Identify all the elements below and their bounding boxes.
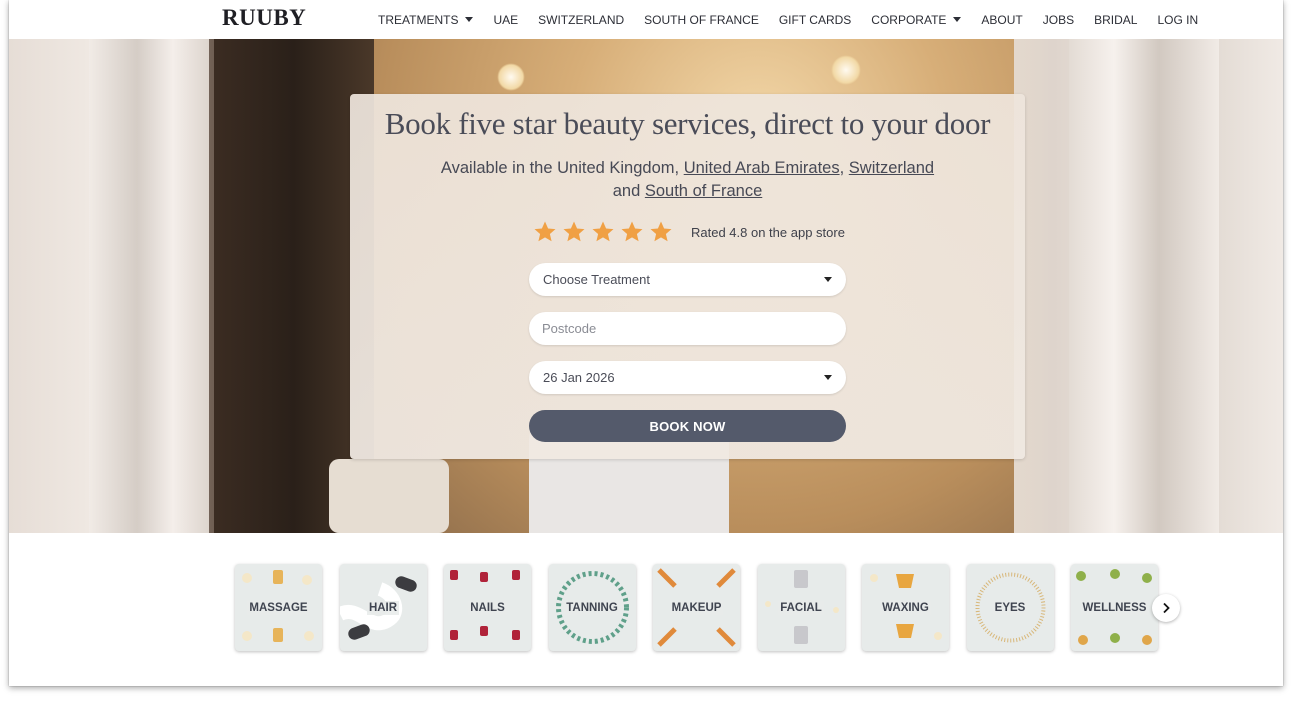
hero-background: [1219, 39, 1283, 533]
star-icon: [562, 220, 586, 244]
category-label: MAKEUP: [669, 600, 724, 615]
hero-section: Book five star beauty services, direct t…: [9, 39, 1283, 533]
caret-down-icon: [465, 17, 474, 22]
comma: ,: [839, 159, 845, 177]
nav-label: SWITZERLAND: [538, 12, 625, 27]
nav-item-uae[interactable]: UAE: [493, 13, 518, 27]
category-label: MASSAGE: [247, 600, 310, 615]
category-label: NAILS: [468, 600, 507, 615]
star-icon: [533, 220, 557, 244]
link-south-of-france[interactable]: South of France: [645, 182, 762, 200]
category-label: TANNING: [564, 600, 620, 615]
nav-item-log-in[interactable]: LOG IN: [1157, 13, 1198, 27]
category-label: EYES: [992, 600, 1028, 615]
postcode-placeholder: Postcode: [542, 321, 597, 336]
app-rating: Rated 4.8 on the app store: [533, 220, 845, 244]
nav-label: SOUTH OF FRANCE: [644, 12, 759, 27]
nav-item-switzerland[interactable]: SWITZERLAND: [538, 13, 624, 27]
and-text: and: [612, 182, 641, 200]
category-carousel: MASSAGE HAIR NAILS TANNING MAKEUP FACIAL…: [235, 564, 1176, 651]
category-tile-massage[interactable]: MASSAGE: [235, 564, 322, 651]
star-icon: [649, 220, 673, 244]
nav-label: GIFT CARDS: [778, 12, 852, 27]
booking-card: Book five star beauty services, direct t…: [350, 94, 1025, 459]
nav-label: LOG IN: [1157, 12, 1199, 27]
nav-item-jobs[interactable]: JOBS: [1043, 13, 1074, 27]
category-tile-hair[interactable]: HAIR: [339, 564, 427, 651]
nav-item-south-of-france[interactable]: SOUTH OF FRANCE: [644, 13, 759, 27]
nav-item-bridal[interactable]: BRIDAL: [1094, 13, 1137, 27]
hero-headline: Book five star beauty services, direct t…: [384, 106, 991, 141]
category-tile-eyes[interactable]: EYES: [966, 564, 1054, 651]
star-icon: [620, 220, 644, 244]
category-tile-nails[interactable]: NAILS: [444, 564, 531, 651]
nav-label: BRIDAL: [1094, 12, 1138, 27]
category-tile-makeup[interactable]: MAKEUP: [653, 564, 740, 651]
category-label: WAXING: [880, 600, 931, 615]
nav-item-treatments[interactable]: TREATMENTS: [378, 12, 474, 27]
hero-background: [9, 39, 89, 533]
category-tile-wellness[interactable]: WELLNESS: [1071, 564, 1158, 651]
hero-background: [1069, 39, 1219, 533]
nav-label: UAE: [493, 12, 519, 27]
category-label: WELLNESS: [1080, 600, 1149, 615]
ruuby-logo[interactable]: RUUBY: [222, 5, 306, 31]
chevron-right-icon: [1163, 602, 1170, 614]
nav-item-gift-cards[interactable]: GIFT CARDS: [779, 13, 851, 27]
nav-label: TREATMENTS: [378, 12, 459, 27]
top-nav: RUUBY TREATMENTS UAE SWITZERLAND SOUTH O…: [9, 0, 1283, 39]
ceiling-light: [831, 55, 861, 85]
browser-page: RUUBY TREATMENTS UAE SWITZERLAND SOUTH O…: [9, 0, 1283, 686]
link-switzerland[interactable]: Switzerland: [849, 159, 934, 177]
category-label: HAIR: [366, 600, 400, 615]
hero-background: [89, 39, 209, 533]
main-menu: TREATMENTS UAE SWITZERLAND SOUTH OF FRAN…: [378, 0, 1218, 39]
availability-text: Available in the United Kingdom, United …: [350, 157, 1025, 203]
category-tile-facial[interactable]: FACIAL: [757, 564, 845, 651]
book-now-button[interactable]: BOOK NOW: [529, 410, 846, 442]
date-select-value: 26 Jan 2026: [543, 370, 615, 385]
hero-background: [329, 459, 449, 533]
category-label: FACIAL: [778, 600, 824, 615]
caret-down-icon: [953, 17, 962, 22]
date-select[interactable]: 26 Jan 2026: [529, 361, 846, 394]
nav-label: CORPORATE: [871, 12, 947, 27]
treatment-select-value: Choose Treatment: [543, 272, 650, 287]
category-tile-waxing[interactable]: WAXING: [862, 564, 949, 651]
nav-item-corporate[interactable]: CORPORATE: [871, 12, 962, 27]
nav-label: ABOUT: [981, 12, 1023, 27]
rating-text: Rated 4.8 on the app store: [691, 224, 845, 240]
nav-item-about[interactable]: ABOUT: [981, 13, 1022, 27]
treatment-select[interactable]: Choose Treatment: [529, 263, 846, 296]
nav-label: JOBS: [1042, 12, 1075, 27]
postcode-input[interactable]: Postcode: [529, 312, 846, 345]
carousel-next-button[interactable]: [1152, 594, 1180, 622]
link-uae[interactable]: United Arab Emirates: [684, 159, 840, 177]
category-tile-tanning[interactable]: TANNING: [548, 564, 636, 651]
caret-down-icon: [824, 375, 832, 380]
caret-down-icon: [824, 277, 832, 282]
availability-prefix: Available in the United Kingdom,: [440, 159, 680, 177]
star-icon: [591, 220, 615, 244]
ceiling-light: [497, 63, 525, 91]
